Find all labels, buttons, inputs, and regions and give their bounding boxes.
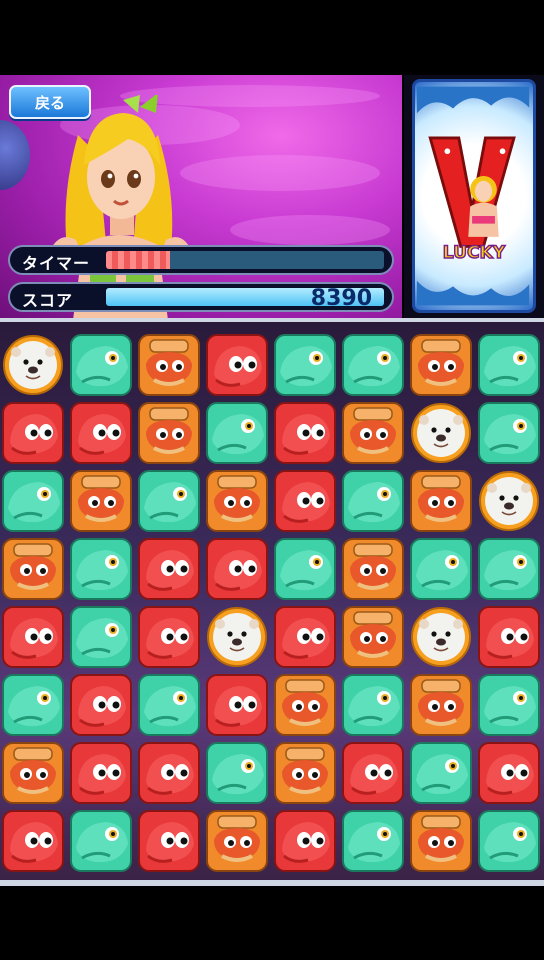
tile-red-octopus-icon[interactable] <box>342 742 404 804</box>
score-track: 8390 <box>106 288 384 306</box>
tile-green-fish-icon[interactable] <box>2 470 64 532</box>
tile-red-octopus-icon[interactable] <box>2 810 64 872</box>
tile-red-octopus-icon[interactable] <box>70 674 132 736</box>
tile-orange-crab-icon[interactable] <box>138 334 200 396</box>
tile-sea-otter-icon[interactable] <box>478 470 540 532</box>
tile-red-octopus-icon[interactable] <box>274 810 336 872</box>
game-screen: 戻る タイマー スコア 8390 LUCKY <box>0 0 544 960</box>
tile-green-fish-icon[interactable] <box>410 742 472 804</box>
tile-green-fish-icon[interactable] <box>206 402 268 464</box>
tile-orange-crab-icon[interactable] <box>138 402 200 464</box>
tile-sea-otter-icon[interactable] <box>410 606 472 668</box>
tile-orange-crab-icon[interactable] <box>410 470 472 532</box>
tile-red-octopus-icon[interactable] <box>274 402 336 464</box>
tile-green-fish-icon[interactable] <box>478 402 540 464</box>
tile-red-octopus-icon[interactable] <box>2 606 64 668</box>
tile-orange-crab-icon[interactable] <box>2 538 64 600</box>
timer-fill <box>106 251 170 269</box>
tile-sea-otter-icon[interactable] <box>206 606 268 668</box>
tile-green-fish-icon[interactable] <box>410 538 472 600</box>
lucky-card: LUCKY <box>412 79 536 313</box>
timer-label: タイマー <box>22 254 91 273</box>
tile-green-fish-icon[interactable] <box>2 674 64 736</box>
score-bar: スコア 8390 <box>8 282 394 312</box>
lucky-v-emblem: LUCKY <box>416 86 530 306</box>
tile-green-fish-icon[interactable] <box>70 538 132 600</box>
puzzle-board <box>0 332 544 876</box>
lucky-panel: LUCKY <box>404 75 544 320</box>
tile-red-octopus-icon[interactable] <box>206 334 268 396</box>
tile-sea-otter-icon[interactable] <box>410 402 472 464</box>
tile-orange-crab-icon[interactable] <box>342 538 404 600</box>
tile-red-octopus-icon[interactable] <box>138 538 200 600</box>
tile-orange-crab-icon[interactable] <box>274 742 336 804</box>
tile-green-fish-icon[interactable] <box>342 810 404 872</box>
tile-orange-crab-icon[interactable] <box>70 470 132 532</box>
buoy-decoration <box>0 120 30 190</box>
tile-green-fish-icon[interactable] <box>70 334 132 396</box>
tile-orange-crab-icon[interactable] <box>206 470 268 532</box>
tile-orange-crab-icon[interactable] <box>2 742 64 804</box>
tile-red-octopus-icon[interactable] <box>206 538 268 600</box>
tile-red-octopus-icon[interactable] <box>206 674 268 736</box>
tile-red-octopus-icon[interactable] <box>274 606 336 668</box>
tile-green-fish-icon[interactable] <box>478 334 540 396</box>
tile-orange-crab-icon[interactable] <box>410 334 472 396</box>
back-button[interactable]: 戻る <box>9 85 91 119</box>
tile-orange-crab-icon[interactable] <box>410 674 472 736</box>
tile-orange-crab-icon[interactable] <box>342 606 404 668</box>
tile-green-fish-icon[interactable] <box>478 674 540 736</box>
tile-green-fish-icon[interactable] <box>138 470 200 532</box>
tile-orange-crab-icon[interactable] <box>206 810 268 872</box>
top-panel: 戻る タイマー スコア 8390 LUCKY <box>0 75 544 320</box>
tile-orange-crab-icon[interactable] <box>274 674 336 736</box>
tile-red-octopus-icon[interactable] <box>138 810 200 872</box>
character-scene: 戻る タイマー スコア 8390 <box>0 75 402 320</box>
tile-green-fish-icon[interactable] <box>70 810 132 872</box>
tile-green-fish-icon[interactable] <box>478 538 540 600</box>
tile-red-octopus-icon[interactable] <box>274 470 336 532</box>
tile-green-fish-icon[interactable] <box>206 742 268 804</box>
tile-green-fish-icon[interactable] <box>138 674 200 736</box>
score-value: 8390 <box>310 288 372 306</box>
tile-red-octopus-icon[interactable] <box>478 742 540 804</box>
tile-green-fish-icon[interactable] <box>274 334 336 396</box>
tile-red-octopus-icon[interactable] <box>70 402 132 464</box>
board-bottom-edge <box>0 880 544 886</box>
timer-track <box>106 251 384 269</box>
tile-green-fish-icon[interactable] <box>274 538 336 600</box>
timer-bar: タイマー <box>8 245 394 275</box>
tile-red-octopus-icon[interactable] <box>138 606 200 668</box>
tile-green-fish-icon[interactable] <box>70 606 132 668</box>
tile-green-fish-icon[interactable] <box>342 334 404 396</box>
tile-orange-crab-icon[interactable] <box>342 402 404 464</box>
tile-red-octopus-icon[interactable] <box>138 742 200 804</box>
tile-red-octopus-icon[interactable] <box>70 742 132 804</box>
score-label: スコア <box>22 291 74 310</box>
tile-sea-otter-icon[interactable] <box>2 334 64 396</box>
tile-green-fish-icon[interactable] <box>478 810 540 872</box>
tile-green-fish-icon[interactable] <box>342 674 404 736</box>
tile-red-octopus-icon[interactable] <box>478 606 540 668</box>
tile-red-octopus-icon[interactable] <box>2 402 64 464</box>
lucky-logo-text: LUCKY <box>443 243 506 263</box>
tile-green-fish-icon[interactable] <box>342 470 404 532</box>
tile-orange-crab-icon[interactable] <box>410 810 472 872</box>
